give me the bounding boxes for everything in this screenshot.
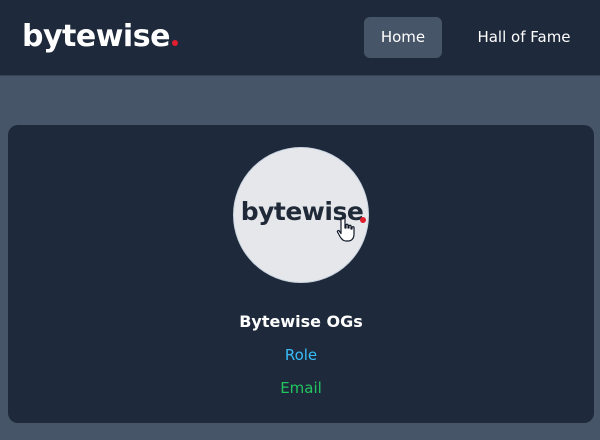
member-role: Role: [284, 346, 318, 364]
member-name: Bytewise OGs: [239, 312, 363, 331]
nav-hall-of-fame-button[interactable]: Hall of Fame: [466, 17, 582, 58]
brand-text: bytewise: [22, 19, 170, 54]
brand-dot: [171, 40, 178, 46]
member-email[interactable]: Email: [8, 378, 594, 398]
nav-home-button[interactable]: Home: [364, 17, 442, 58]
navbar: bytewise Home Hall of Fame: [0, 0, 600, 76]
avatar-logo-dot: [360, 217, 366, 223]
avatar[interactable]: bytewise: [233, 147, 369, 283]
hand-pointer-icon: [336, 217, 355, 242]
profile-card: bytewise Bytewise OGs Role Email: [8, 125, 594, 423]
brand-logo[interactable]: bytewise: [22, 20, 178, 54]
